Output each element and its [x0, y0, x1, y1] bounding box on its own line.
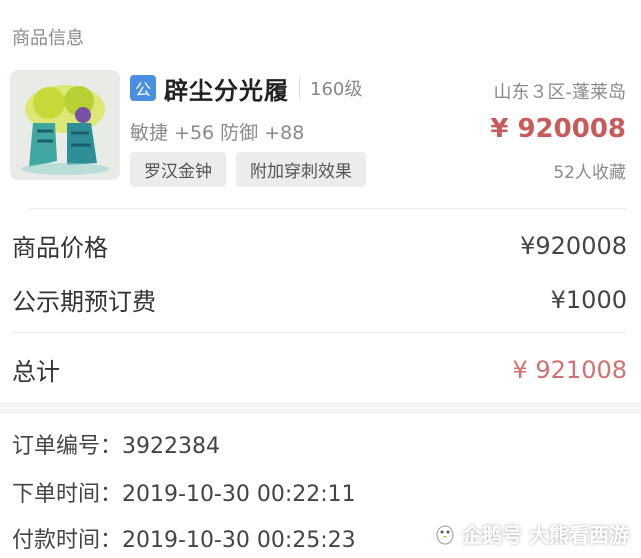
watermark: 企鹅号 大熊看西游 [434, 519, 629, 548]
product-stats: 敏捷 +56 防御 +88 [130, 122, 305, 144]
publicity-fee-row: 公示期预订费 ¥1000 [12, 282, 627, 317]
public-badge: 公 [130, 75, 156, 101]
favorites-count: 52人收藏 [553, 163, 626, 183]
product-level: 160级 [310, 79, 363, 100]
publicity-fee-value: ¥1000 [550, 285, 627, 314]
order-number-value[interactable]: 3922384 [122, 434, 220, 459]
product-card[interactable]: 公 辟尘分光履 160级 山东３区-蓬莱岛 敏捷 +56 防御 +88 ¥ 92… [10, 70, 630, 190]
pay-time-label: 付款时间： [12, 528, 123, 553]
item-image[interactable] [10, 70, 120, 180]
publicity-fee-label: 公示期预订费 [12, 288, 156, 316]
tag-item: 罗汉金钟 [130, 152, 226, 187]
total-label: 总计 [12, 358, 60, 386]
divider [12, 332, 627, 333]
total-row: 总计 ¥ 921008 [12, 352, 627, 387]
tag-item: 附加穿刺效果 [236, 152, 366, 187]
pay-time-row: 付款时间：2019-10-30 00:25:23 [12, 522, 356, 554]
tag-list: 罗汉金钟 附加穿刺效果 [130, 152, 366, 187]
total-value: ¥ 921008 [512, 355, 627, 384]
section-title: 商品信息 [12, 28, 84, 49]
penguin-icon [436, 525, 454, 544]
section-separator [0, 402, 641, 414]
order-time-value: 2019-10-30 00:22:11 [122, 482, 356, 507]
goods-price-row: 商品价格 ¥920008 [12, 228, 627, 263]
order-time-label: 下单时间： [12, 482, 123, 507]
product-price: ¥ 920008 [490, 114, 626, 144]
divider [30, 208, 627, 209]
goods-price-label: 商品价格 [12, 234, 108, 262]
green-boots-icon [11, 71, 119, 179]
pay-time-value: 2019-10-30 00:25:23 [122, 528, 356, 553]
product-name[interactable]: 辟尘分光履 [164, 71, 289, 106]
order-number-row: 订单编号：3922384 [12, 428, 220, 460]
watermark-text: 企鹅号 大熊看西游 [462, 523, 629, 547]
goods-price-value: ¥920008 [520, 231, 627, 260]
divider [299, 77, 300, 99]
server-name: 山东３区-蓬莱岛 [493, 82, 627, 103]
product-title-row: 公 辟尘分光履 160级 [130, 71, 363, 106]
order-number-label: 订单编号： [12, 434, 123, 459]
order-time-row: 下单时间：2019-10-30 00:22:11 [12, 476, 356, 508]
